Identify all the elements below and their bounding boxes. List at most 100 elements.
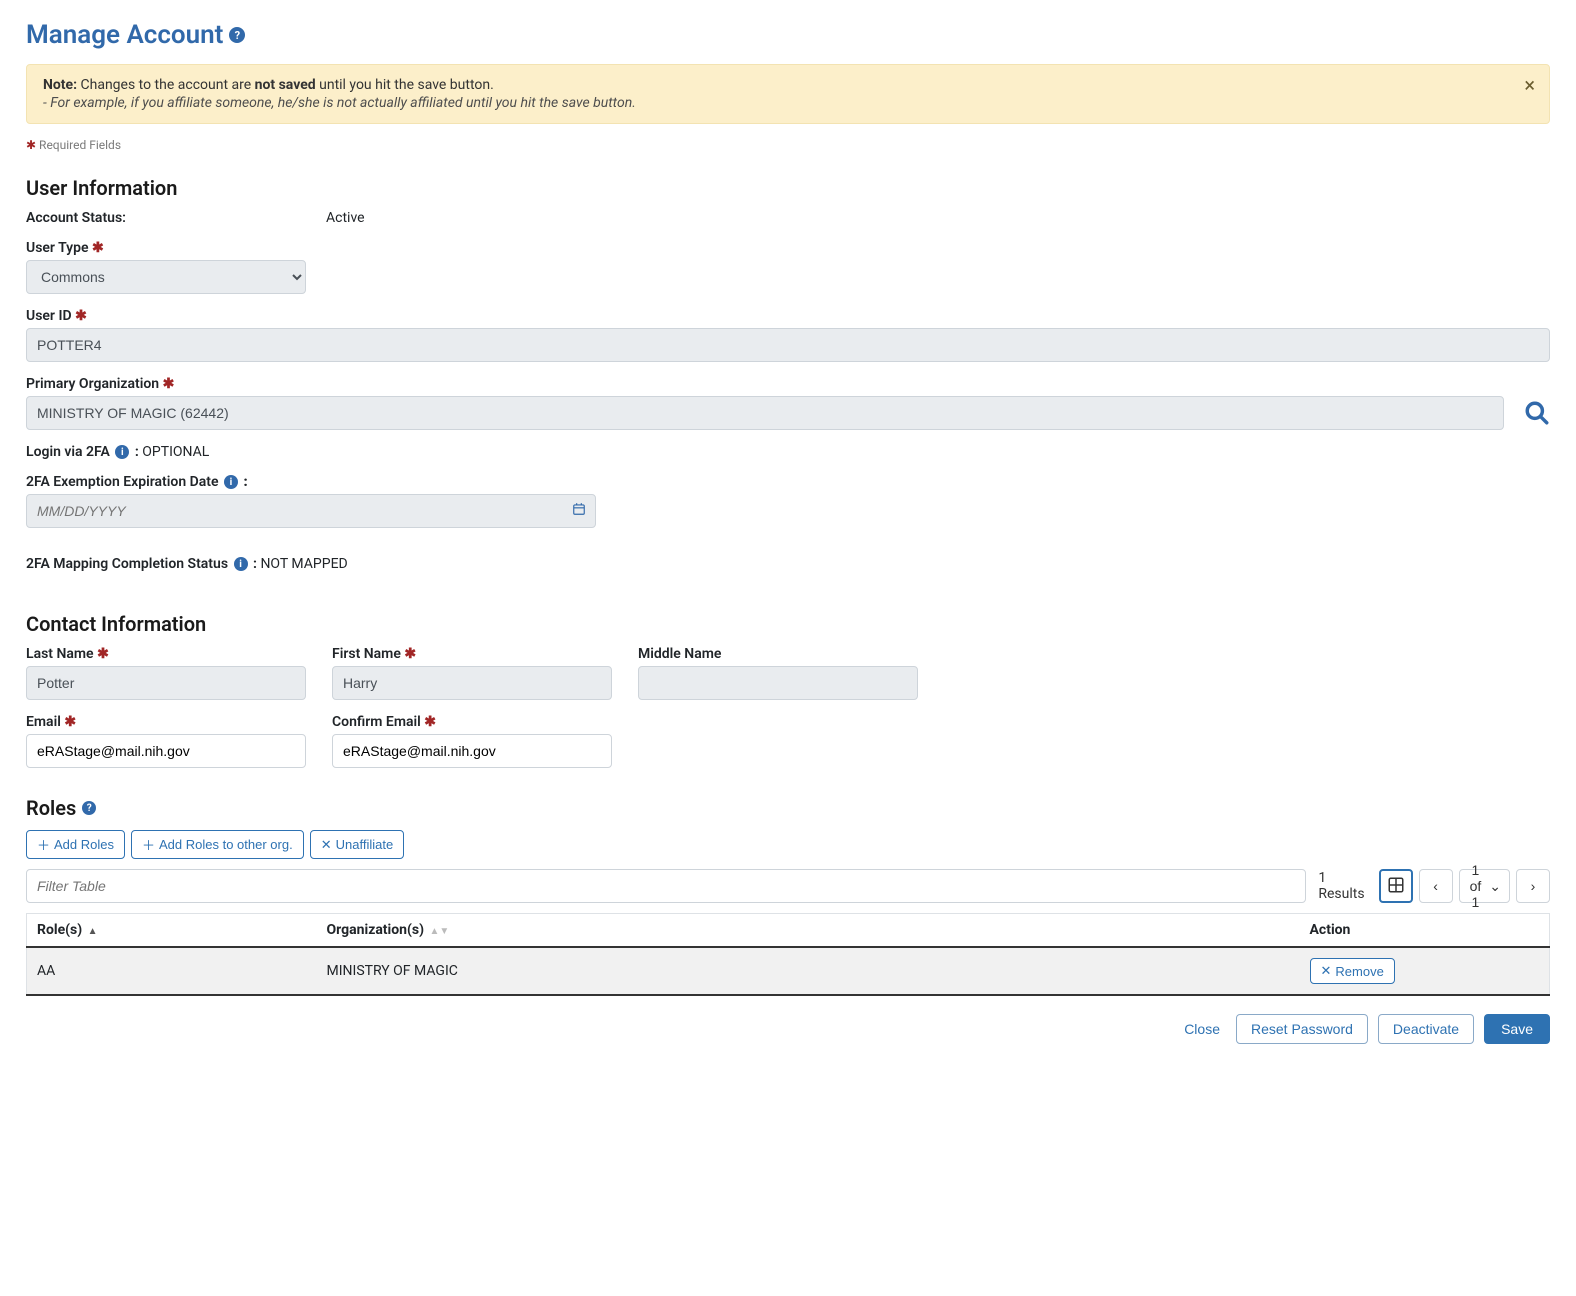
last-name-input[interactable]	[26, 666, 306, 700]
primary-org-input[interactable]	[26, 396, 1504, 430]
required-star-icon: ✱	[64, 714, 76, 730]
unaffiliate-label: Unaffiliate	[336, 837, 394, 852]
last-name-label: Last Name ✱	[26, 646, 306, 662]
middle-name-input[interactable]	[638, 666, 918, 700]
primary-org-row: Primary Organization ✱	[26, 376, 1550, 430]
unsaved-changes-alert: Note: Changes to the account are not sav…	[26, 64, 1550, 124]
user-information-heading: User Information	[26, 176, 1550, 200]
prev-page-button[interactable]: ‹	[1419, 869, 1453, 903]
alert-note-before: Changes to the account are	[77, 77, 255, 93]
grid-view-button[interactable]	[1379, 869, 1413, 903]
colon-sep: :	[243, 474, 247, 490]
footer-actions: Close Reset Password Deactivate Save	[26, 1014, 1550, 1044]
roles-heading: Roles ?	[26, 796, 1550, 820]
user-type-label: User Type ✱	[26, 240, 1550, 256]
info-icon[interactable]: i	[115, 445, 129, 459]
required-fields-label: Required Fields	[39, 138, 121, 152]
chevron-right-icon: ›	[1531, 878, 1536, 894]
mapping-status-label: 2FA Mapping Completion Status	[26, 556, 228, 572]
email-label-text: Email	[26, 714, 61, 730]
close-icon[interactable]: ×	[1524, 75, 1535, 95]
primary-org-label: Primary Organization ✱	[26, 376, 1550, 392]
middle-name-col: Middle Name	[638, 646, 918, 700]
middle-name-label: Middle Name	[638, 646, 918, 662]
exemption-date-label-text: 2FA Exemption Expiration Date	[26, 474, 219, 490]
page-indicator-button[interactable]: 1 of 1 ⌄	[1459, 869, 1510, 903]
grid-icon	[1387, 876, 1405, 897]
alert-example: - For example, if you affiliate someone,…	[43, 95, 1533, 111]
add-roles-other-label: Add Roles to other org.	[159, 837, 293, 852]
remove-label: Remove	[1335, 964, 1383, 979]
login-2fa-label: Login via 2FA	[26, 444, 110, 460]
user-type-select[interactable]: Commons	[26, 260, 306, 294]
colon-sep: :	[253, 556, 257, 572]
sort-icon: ▲▼	[430, 926, 450, 937]
save-button[interactable]: Save	[1484, 1014, 1550, 1044]
remove-role-button[interactable]: ✕ Remove	[1310, 958, 1395, 984]
col-roles-header[interactable]: Role(s) ▲	[27, 914, 317, 948]
search-icon[interactable]	[1524, 400, 1550, 426]
help-icon[interactable]: ?	[229, 27, 245, 43]
roles-table: Role(s) ▲ Organization(s) ▲▼ Action AA M…	[26, 913, 1550, 996]
last-name-label-text: Last Name	[26, 646, 94, 662]
confirm-email-input[interactable]	[332, 734, 612, 768]
exemption-date-row: 2FA Exemption Expiration Date i :	[26, 474, 1550, 528]
mapping-status-row: 2FA Mapping Completion Status i : NOT MA…	[26, 556, 1550, 572]
alert-note-prefix: Note:	[43, 77, 77, 93]
calendar-icon[interactable]	[572, 502, 586, 520]
close-button[interactable]: Close	[1178, 1020, 1226, 1038]
chevron-left-icon: ‹	[1433, 878, 1438, 894]
email-label: Email ✱	[26, 714, 306, 730]
required-star-icon: ✱	[97, 646, 109, 662]
user-id-label: User ID ✱	[26, 308, 1550, 324]
account-status-row: Account Status: Active	[26, 210, 1550, 226]
deactivate-button[interactable]: Deactivate	[1378, 1014, 1474, 1044]
first-name-col: First Name ✱	[332, 646, 612, 700]
roles-heading-text: Roles	[26, 796, 76, 820]
email-input[interactable]	[26, 734, 306, 768]
help-icon[interactable]: ?	[82, 801, 96, 815]
table-header-row: Role(s) ▲ Organization(s) ▲▼ Action	[27, 914, 1550, 948]
org-cell: MINISTRY OF MAGIC	[317, 947, 1300, 995]
primary-org-label-text: Primary Organization	[26, 376, 159, 392]
col-roles-label: Role(s)	[37, 922, 82, 938]
page-title-text: Manage Account	[26, 20, 223, 50]
info-icon[interactable]: i	[234, 557, 248, 571]
col-action-header: Action	[1300, 914, 1550, 948]
required-star-icon: ✱	[26, 138, 36, 152]
col-orgs-header[interactable]: Organization(s) ▲▼	[317, 914, 1300, 948]
login-2fa-value: OPTIONAL	[142, 444, 209, 460]
user-type-label-text: User Type	[26, 240, 89, 256]
login-2fa-row: Login via 2FA i : OPTIONAL	[26, 444, 1550, 460]
col-orgs-label: Organization(s)	[327, 922, 425, 938]
filter-table-input[interactable]	[26, 869, 1306, 903]
x-icon: ✕	[1321, 963, 1332, 979]
role-cell: AA	[27, 947, 317, 995]
email-col: Email ✱	[26, 714, 306, 768]
last-name-col: Last Name ✱	[26, 646, 306, 700]
reset-password-button[interactable]: Reset Password	[1236, 1014, 1368, 1044]
user-id-input[interactable]	[26, 328, 1550, 362]
info-icon[interactable]: i	[224, 475, 238, 489]
confirm-email-col: Confirm Email ✱	[332, 714, 612, 768]
exemption-date-label: 2FA Exemption Expiration Date i :	[26, 474, 1550, 490]
results-count: 1 Results	[1318, 870, 1366, 902]
required-star-icon: ✱	[75, 308, 87, 324]
next-page-button[interactable]: ›	[1516, 869, 1550, 903]
required-star-icon: ✱	[92, 240, 104, 256]
user-type-row: User Type ✱ Commons	[26, 240, 1550, 294]
alert-note-after: until you hit the save button.	[316, 77, 494, 93]
first-name-label: First Name ✱	[332, 646, 612, 662]
exemption-date-input[interactable]	[26, 494, 596, 528]
alert-note-bold: not saved	[255, 77, 316, 93]
account-status-label: Account Status:	[26, 210, 316, 226]
plus-icon: ＋	[37, 835, 50, 854]
col-action-label: Action	[1310, 922, 1351, 938]
unaffiliate-button[interactable]: ✕ Unaffiliate	[310, 830, 404, 859]
add-roles-button[interactable]: ＋ Add Roles	[26, 830, 125, 859]
first-name-input[interactable]	[332, 666, 612, 700]
add-roles-other-org-button[interactable]: ＋ Add Roles to other org.	[131, 830, 304, 859]
required-star-icon: ✱	[424, 714, 436, 730]
required-star-icon: ✱	[404, 646, 416, 662]
page-title: Manage Account ?	[26, 20, 1550, 50]
